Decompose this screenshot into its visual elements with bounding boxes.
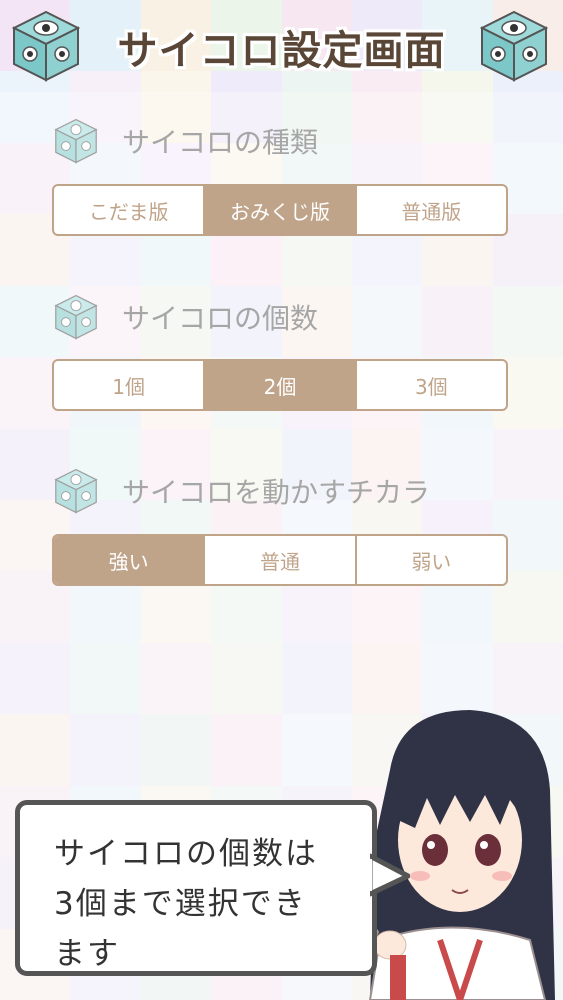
tip-speech-bubble: サイコロの個数は 3個まで選択でき ます (15, 800, 377, 976)
app-header: サイコロ設定画面 (0, 0, 563, 92)
tip-line-3: ます (54, 936, 120, 972)
tip-line-1: サイコロの個数は (54, 836, 318, 872)
dice-icon (479, 10, 549, 82)
tip-line-2: 3個まで選択でき (54, 886, 307, 922)
speech-bubble-tail (370, 853, 410, 897)
